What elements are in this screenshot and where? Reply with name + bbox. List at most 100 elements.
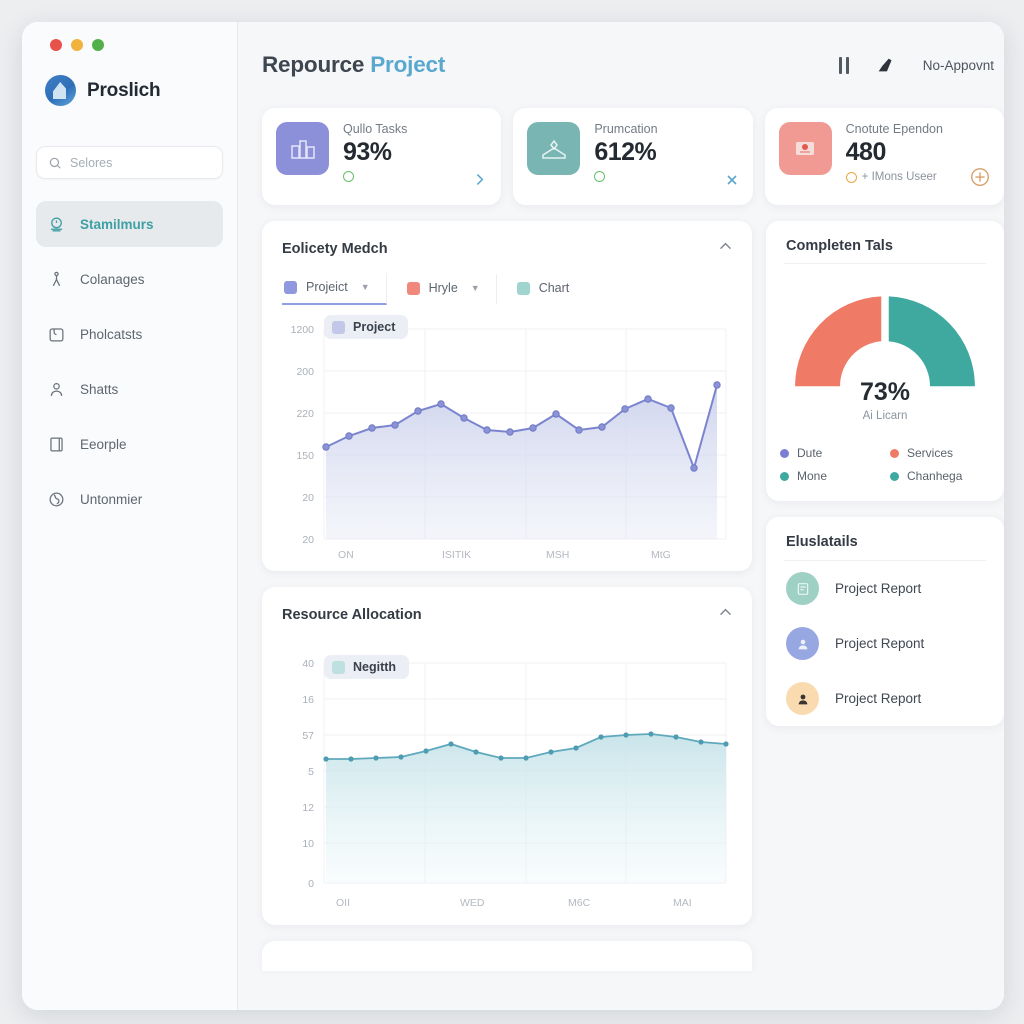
resource-chart-svg: 40 16 57 5 12 10 0 OII WED M6C MAI <box>302 658 729 909</box>
panel-details: Eluslatails Project Report Project Repon… <box>766 517 1004 726</box>
stat-label: Cnotute Ependon <box>845 122 943 136</box>
stat-label: Prumcation <box>594 122 658 136</box>
x-tick: MtG <box>651 549 671 561</box>
badge-swatch-icon <box>332 320 345 334</box>
document-icon <box>50 437 63 451</box>
legend-swatch-icon <box>284 280 297 294</box>
activity-chart[interactable]: Project 1200 200 220 150 20 20 ON ISITIK… <box>262 309 752 571</box>
x-tick: ON <box>338 549 354 561</box>
panel-title: Completen Tals <box>786 238 893 254</box>
search-icon <box>49 157 61 169</box>
file-avatar-icon <box>786 572 819 605</box>
x-tick: MSH <box>546 549 569 561</box>
sidebar-item-label: Colanages <box>80 271 145 287</box>
x-axis-ticks: ON ISITIK MSH MtG <box>338 549 671 561</box>
y-tick: 5 <box>308 766 314 778</box>
gauge-caption: Ai Licarn <box>862 410 908 422</box>
sidebar-item-eeorple[interactable]: Eeorple <box>36 421 223 467</box>
y-tick: 200 <box>296 366 314 378</box>
sidebar-item-stamilmurs[interactable]: Stamilmurs <box>36 201 223 247</box>
y-tick: 1200 <box>291 324 315 336</box>
image-icon <box>778 122 832 175</box>
maximize-window-button[interactable] <box>92 39 104 51</box>
x-tick: MAI <box>673 897 692 909</box>
gauge-segment-services <box>795 296 882 387</box>
stat-sub-label: + IMons Useer <box>861 171 937 183</box>
compass-icon <box>52 271 61 286</box>
search-box[interactable] <box>36 146 223 179</box>
panel-header: Completen Tals <box>766 221 1004 263</box>
chevron-right-icon[interactable] <box>471 171 488 193</box>
legend-item-mone[interactable]: Mone <box>780 469 884 483</box>
badge-label: Negitth <box>353 660 397 674</box>
list-item[interactable]: Project Repont <box>766 616 1004 671</box>
pen-icon[interactable] <box>875 54 897 76</box>
list-item-label: Project Report <box>835 691 922 706</box>
search-input[interactable] <box>70 155 211 170</box>
brand[interactable]: Proslich <box>36 51 223 106</box>
sidebar-item-shatts[interactable]: Shatts <box>36 366 223 412</box>
chevron-down-icon[interactable]: ▼ <box>361 282 370 292</box>
stat-card-prumcation[interactable]: Prumcation 612% <box>513 108 753 205</box>
stat-card-qullo-tasks[interactable]: Qullo Tasks 93% <box>262 108 502 205</box>
x-tick: M6C <box>568 897 591 909</box>
left-column: Eolicety Medch Projeict ▼ Hryle ▼ Chart … <box>262 221 752 971</box>
pause-icon[interactable] <box>838 56 849 74</box>
panel-title: Resource Allocation <box>282 607 422 623</box>
app-window: Proslich Stamilmurs Colanages <box>22 22 1004 1010</box>
topbar: Repource Project No-Appovnt <box>262 22 1004 108</box>
stat-card-cnotute-ependon[interactable]: Cnotute Ependon 480 + IMons Useer <box>764 108 1004 205</box>
briefcase-icon <box>49 327 64 341</box>
chevron-down-icon[interactable]: ▼ <box>471 283 480 293</box>
inbox-icon <box>527 122 581 175</box>
minimize-window-button[interactable] <box>71 39 83 51</box>
sidebar-item-label: Pholcatsts <box>80 326 143 342</box>
close-window-button[interactable] <box>50 39 62 51</box>
sidebar-nav: Stamilmurs Colanages Pholcatsts Shatts E… <box>36 201 223 522</box>
user-icon <box>50 382 63 396</box>
y-tick: 20 <box>302 534 314 546</box>
divider <box>784 263 986 264</box>
status-dot-icon <box>594 171 606 182</box>
stat-value: 93% <box>343 138 392 166</box>
y-tick: 150 <box>296 450 314 462</box>
legend-label: Services <box>907 446 954 460</box>
sidebar-item-pholcatsts[interactable]: Pholcatsts <box>36 311 223 357</box>
status-dot-icon <box>845 171 857 183</box>
activity-chart-svg: 1200 200 220 150 20 20 ON ISITIK MSH MtG <box>291 324 727 561</box>
list-item[interactable]: Project Report <box>766 561 1004 616</box>
list-item[interactable]: Project Report <box>766 671 1004 726</box>
sidebar-item-label: Stamilmurs <box>80 216 154 232</box>
resource-chart[interactable]: Negitth 40 16 57 5 12 10 0 OII WED M6C M… <box>262 639 752 925</box>
x-tick: ISITIK <box>442 549 471 561</box>
page-title-primary: Repource <box>262 52 365 77</box>
y-tick: 16 <box>302 694 314 706</box>
x-tick: WED <box>460 897 485 909</box>
legend-item-projeict[interactable]: Projeict ▼ <box>282 273 387 305</box>
list-item-label: Project Report <box>835 581 922 596</box>
user-label[interactable]: No-Appovnt <box>923 58 994 73</box>
chevron-up-icon[interactable] <box>717 238 734 260</box>
legend-item-hryle[interactable]: Hryle ▼ <box>405 274 497 304</box>
legend-item-services[interactable]: Services <box>890 446 994 460</box>
shield-logo-icon <box>45 75 76 106</box>
y-tick: 20 <box>302 492 314 504</box>
close-icon[interactable] <box>724 172 740 193</box>
panel-title: Eolicety Medch <box>282 241 388 257</box>
y-axis-ticks: 1200 200 220 150 20 20 <box>291 324 315 546</box>
add-circle-icon[interactable] <box>969 166 991 193</box>
stat-label: Qullo Tasks <box>343 122 408 136</box>
y-tick: 57 <box>302 730 314 742</box>
y-tick: 220 <box>296 408 314 420</box>
y-tick: 40 <box>302 658 314 670</box>
legend-item-chart[interactable]: Chart <box>515 274 586 304</box>
sidebar-item-untonmier[interactable]: Untonmier <box>36 476 223 522</box>
panel-title: Eluslatails <box>786 534 858 550</box>
status-dot-icon <box>343 171 354 182</box>
legend-item-chanhega[interactable]: Chanhega <box>890 469 994 483</box>
panel-activity: Eolicety Medch Projeict ▼ Hryle ▼ Chart … <box>262 221 752 571</box>
chart-tooltip-badge: Project <box>324 315 409 339</box>
sidebar-item-colanages[interactable]: Colanages <box>36 256 223 302</box>
chevron-up-icon[interactable] <box>717 604 734 626</box>
legend-item-dute[interactable]: Dute <box>780 446 884 460</box>
